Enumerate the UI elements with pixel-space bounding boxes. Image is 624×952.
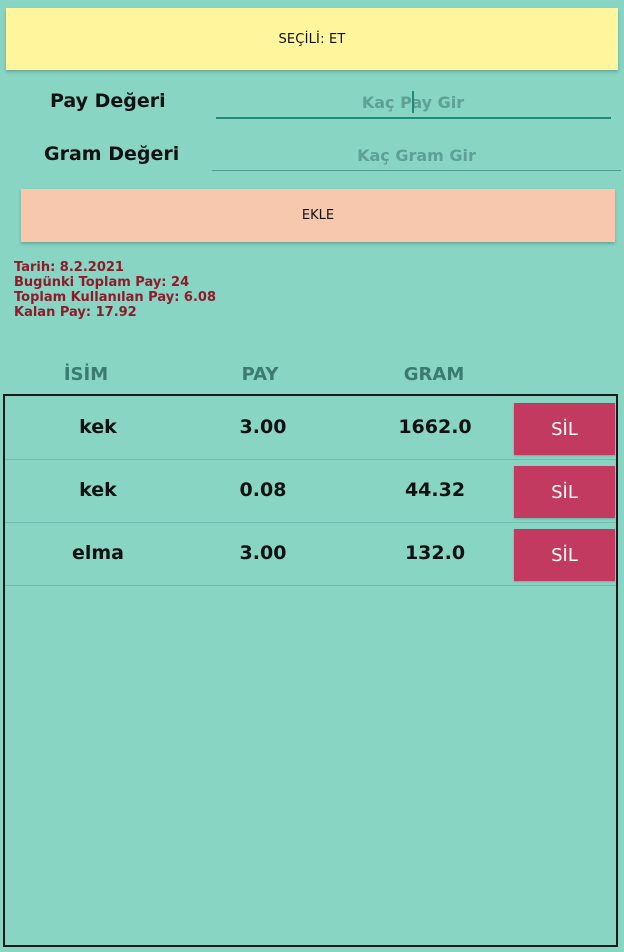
column-header-gram: GRAM	[403, 364, 465, 385]
row-name: elma	[71, 542, 125, 564]
row-name: kek	[79, 416, 117, 438]
pay-input-underline	[216, 117, 611, 119]
add-button[interactable]: EKLE	[21, 189, 615, 242]
row-name: kek	[79, 479, 117, 501]
selected-category-label: SEÇİLİ: ET	[278, 31, 346, 47]
row-gram: 132.0	[404, 542, 466, 564]
gram-value-label: Gram Değeri	[44, 143, 180, 165]
column-header-name: İSİM	[63, 364, 109, 385]
total-used-text: Toplam Kullanılan Pay: 6.08	[14, 290, 217, 305]
gram-input-underline	[212, 170, 621, 171]
delete-button[interactable]: SİL	[514, 403, 615, 455]
row-gram: 1662.0	[398, 416, 472, 438]
row-gram: 44.32	[404, 479, 466, 501]
row-pay: 3.00	[239, 542, 287, 564]
row-pay: 3.00	[239, 416, 287, 438]
info-summary: Tarih: 8.2.2021 Bugünki Toplam Pay: 24 T…	[14, 260, 216, 320]
table-row: elma 3.00 132.0 SİL	[5, 522, 616, 586]
items-list[interactable]: kek 3.00 1662.0 SİL kek 0.08 44.32 SİL e…	[3, 394, 618, 947]
total-today-text: Bugünki Toplam Pay: 24	[14, 275, 190, 290]
table-row: kek 3.00 1662.0 SİL	[5, 396, 616, 460]
remaining-text: Kalan Pay: 17.92	[14, 305, 137, 320]
pay-value-label: Pay Değeri	[50, 90, 166, 112]
gram-input[interactable]	[212, 141, 621, 169]
table-row: kek 0.08 44.32 SİL	[5, 459, 616, 523]
date-text: Tarih: 8.2.2021	[14, 260, 124, 275]
column-header-pay: PAY	[241, 364, 279, 385]
delete-button[interactable]: SİL	[514, 529, 615, 581]
text-caret	[412, 91, 414, 113]
row-pay: 0.08	[239, 479, 287, 501]
delete-button[interactable]: SİL	[514, 466, 615, 518]
selected-category-bar: SEÇİLİ: ET	[6, 8, 618, 70]
